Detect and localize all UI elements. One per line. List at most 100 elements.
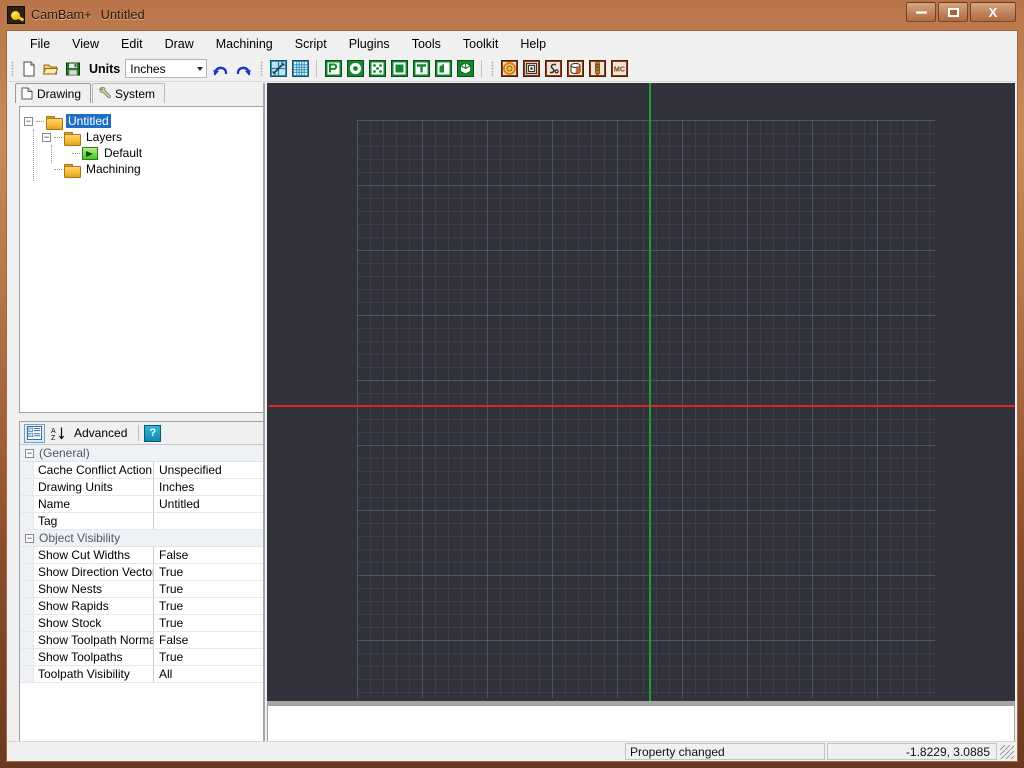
property-category-object-visibility[interactable]: − Object Visibility [20,530,263,547]
resize-grip-icon[interactable] [1000,745,1014,759]
title-bar[interactable]: CamBam+ Untitled X [0,0,1024,30]
redo-arrow-icon[interactable] [233,59,253,79]
property-category-general[interactable]: − (General) [20,445,263,462]
drill-machine-icon[interactable] [565,59,585,79]
tab-drawing-label: Drawing [37,87,81,101]
help-icon[interactable]: ? [144,425,161,442]
close-icon: X [989,6,998,19]
property-value[interactable] [154,513,263,529]
profile-machine-icon[interactable] [499,59,519,79]
draw-circle-icon[interactable] [345,59,365,79]
save-disk-icon[interactable] [63,59,83,79]
toolbar-grip-2[interactable] [260,61,263,77]
property-grid[interactable]: A Z Advanced ? − (General) Ca [19,421,264,751]
table-row[interactable]: Show Stock True [20,615,263,632]
property-value[interactable]: Untitled [154,496,263,512]
units-label: Units [89,62,120,76]
toolbar-grip[interactable] [11,61,14,77]
menu-item-file[interactable]: File [19,33,61,55]
property-grid-advanced-label[interactable]: Advanced [74,426,127,440]
property-name: Show Toolpath Normal [34,632,154,648]
menu-item-script[interactable]: Script [284,33,338,55]
draw-surface-icon[interactable] [433,59,453,79]
tree-item-default[interactable]: Default [24,145,263,161]
svg-text:Z: Z [51,435,56,441]
minimize-button[interactable] [906,2,936,22]
status-coordinates: -1.8229, 3.0885 [827,743,997,760]
toolbar-grip-3[interactable] [491,61,494,77]
menu-item-toolkit[interactable]: Toolkit [452,33,509,55]
canvas-grid [357,120,935,698]
tab-system[interactable]: System [92,83,165,103]
property-value[interactable]: False [154,632,263,648]
table-row[interactable]: Show Cut Widths False [20,547,263,564]
generate-gcode-icon[interactable]: MC [609,59,629,79]
table-row[interactable]: Tag [20,513,263,530]
table-row[interactable]: Drawing Units Inches [20,479,263,496]
alphabetical-sort-icon[interactable]: A Z [47,424,68,443]
project-tree[interactable]: − Untitled − Layers [19,106,264,413]
property-value[interactable]: Inches [154,479,263,495]
drawing-canvas[interactable] [267,83,1015,701]
wrench-icon [98,87,111,100]
draw-rectangle-icon[interactable] [389,59,409,79]
categorized-view-icon[interactable] [24,424,45,443]
tree-expander-layers[interactable]: − [42,133,51,142]
units-dropdown[interactable]: Inches [125,59,207,78]
new-file-icon[interactable] [19,59,39,79]
property-value[interactable]: True [154,598,263,614]
menu-item-plugins[interactable]: Plugins [338,33,401,55]
document-title: Untitled [101,8,145,22]
undo-arrow-icon[interactable] [211,59,231,79]
menu-item-draw[interactable]: Draw [154,33,205,55]
tree-item-default-label: Default [102,146,144,160]
tree-item-machining[interactable]: Machining [24,161,263,177]
menu-item-edit[interactable]: Edit [110,33,154,55]
open-folder-icon[interactable] [41,59,61,79]
property-value[interactable]: False [154,547,263,563]
engrave-machine-icon[interactable] [543,59,563,79]
property-value[interactable]: True [154,581,263,597]
property-name: Name [34,496,154,512]
pocket-machine-icon[interactable] [521,59,541,79]
window-controls: X [906,2,1016,22]
menu-bar: File View Edit Draw Machining Script Plu… [7,31,1017,56]
chevron-down-icon [197,67,203,71]
tree-item-layers[interactable]: − Layers [24,129,263,145]
draw-points-icon[interactable] [367,59,387,79]
table-row[interactable]: Cache Conflict Action Unspecified [20,462,263,479]
table-row[interactable]: Show Rapids True [20,598,263,615]
tool-library-icon[interactable] [587,59,607,79]
close-button[interactable]: X [970,2,1016,22]
property-value[interactable]: True [154,649,263,665]
table-row[interactable]: Toolpath Visibility All [20,666,263,683]
property-value[interactable]: True [154,564,263,580]
maximize-button[interactable] [938,2,968,22]
property-value[interactable]: Unspecified [154,462,263,478]
menu-item-help[interactable]: Help [509,33,557,55]
draw-text-icon[interactable] [411,59,431,79]
cambam-logo-icon [7,6,25,24]
x-axis-line [269,405,1015,407]
draw-polyline-icon[interactable] [323,59,343,79]
table-row[interactable]: Show Nests True [20,581,263,598]
property-value[interactable]: True [154,615,263,631]
table-row[interactable]: Show Toolpath Normal False [20,632,263,649]
tab-drawing[interactable]: Drawing [15,83,91,103]
table-row[interactable]: Show Toolpaths True [20,649,263,666]
table-row[interactable]: Show Direction Vector True [20,564,263,581]
menu-item-view[interactable]: View [61,33,110,55]
tree-expander-untitled[interactable]: − [24,117,33,126]
category-expander-general[interactable]: − [25,449,34,458]
draw-3d-shape-icon[interactable] [455,59,475,79]
table-row[interactable]: Name Untitled [20,496,263,513]
menu-item-machining[interactable]: Machining [205,33,284,55]
property-value[interactable]: All [154,666,263,682]
property-category-general-label: (General) [39,446,90,460]
tree-item-untitled[interactable]: − Untitled [24,113,263,129]
show-grid-icon[interactable] [290,59,310,79]
menu-item-tools[interactable]: Tools [401,33,452,55]
category-expander-object-visibility[interactable]: − [25,534,34,543]
snap-to-grid-icon[interactable] [268,59,288,79]
tree-item-untitled-label: Untitled [66,114,111,128]
